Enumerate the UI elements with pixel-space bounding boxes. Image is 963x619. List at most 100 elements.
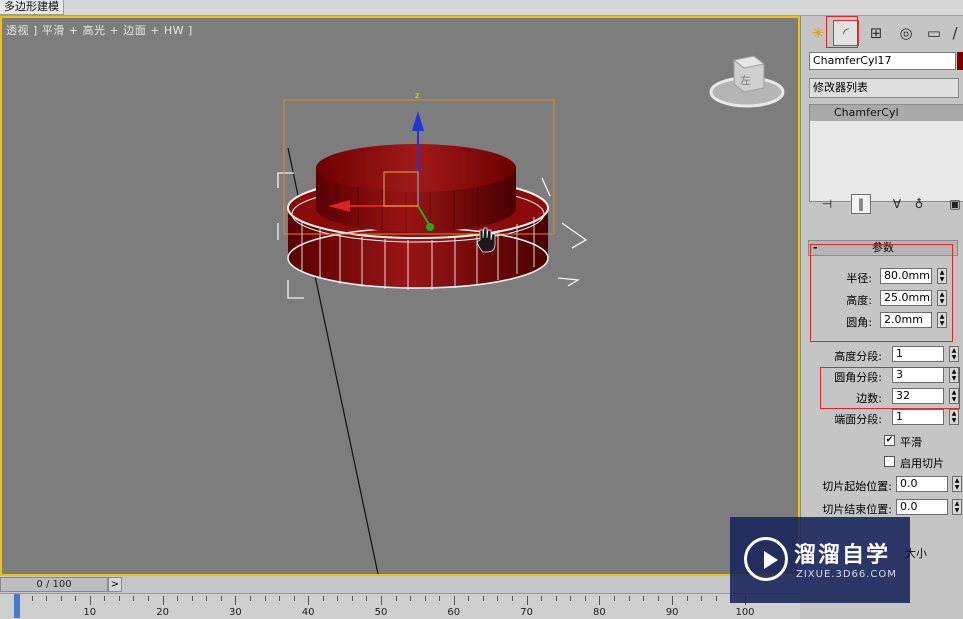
stack-item-chamfercyl[interactable]: ChamferCyl (810, 105, 963, 121)
height-segs-row: 高度分段: (808, 346, 882, 364)
slice-to-spinner[interactable]: ▲ ▼ (952, 499, 962, 515)
height-segs-label: 高度分段: (834, 350, 882, 363)
ruler-label: 40 (301, 607, 315, 618)
watermark-title: 溜溜自学 (794, 543, 891, 568)
ruler-tick (308, 596, 310, 605)
smooth-label: 平滑 (900, 436, 922, 449)
cap-segs-row: 端面分段: (808, 409, 882, 427)
show-end-result-icon[interactable]: ‖ (851, 194, 871, 214)
remove-modifier-icon[interactable]: ♁ (909, 194, 929, 214)
current-frame-marker[interactable] (14, 594, 20, 618)
configure-sets-icon[interactable]: ▣ (945, 194, 963, 214)
ruler-tick (133, 596, 135, 601)
object-name-field[interactable]: ChamferCyl17 (809, 52, 956, 70)
modifier-list-dropdown[interactable]: 修改器列表 (809, 78, 959, 98)
ruler-tick (439, 596, 441, 601)
hierarchy-icon[interactable]: ⊞ (863, 20, 889, 46)
slice-from-label: 切片起始位置: (822, 480, 892, 493)
ruler-tick (381, 596, 382, 605)
ruler-tick (599, 596, 601, 605)
ruler-label: 90 (665, 607, 679, 618)
segments-highlight-box (820, 367, 960, 409)
ruler-tick (337, 596, 339, 601)
ruler-tick (555, 596, 557, 601)
ruler-label: 50 (374, 607, 388, 618)
slice-on-checkbox-row[interactable]: 启用切片 (884, 455, 959, 471)
pin-stack-icon[interactable]: ⊣ (817, 194, 837, 214)
ruler-tick (264, 596, 266, 601)
ruler-tick (628, 596, 630, 601)
modifier-stack[interactable]: ChamferCyl (809, 104, 963, 202)
make-unique-icon[interactable]: ∀ (887, 194, 907, 214)
time-slider[interactable]: 0 / 100 (0, 577, 108, 592)
ruler-tick (60, 596, 62, 601)
ruler-tick (220, 596, 222, 601)
ruler-tick (482, 596, 484, 601)
ruler-tick (512, 596, 514, 601)
perspective-viewport[interactable]: 透视 ] 平滑 + 高光 + 边面 + HW ] z 左 (0, 16, 800, 576)
ruler-tick (424, 596, 426, 601)
ruler-tick (235, 596, 237, 605)
top-strip (0, 0, 963, 16)
modify-tab-highlight (826, 16, 858, 48)
top-cylinder[interactable] (316, 144, 516, 232)
ruler-tick (541, 596, 543, 601)
viewcube-face-label: 左 (740, 74, 751, 87)
window-tab[interactable]: 多边形建模 (0, 0, 64, 15)
cap-segs-spinner[interactable]: ▲ ▼ (949, 409, 959, 425)
viewcube[interactable]: 左 (709, 55, 785, 108)
slice-to-field[interactable]: 0.0 (896, 499, 948, 515)
height-segs-spinner[interactable]: ▲ ▼ (949, 346, 959, 362)
cap-segs-label: 端面分段: (834, 413, 882, 426)
height-segs-field[interactable]: 1 (892, 346, 944, 362)
utilities-icon[interactable]: / (947, 20, 963, 46)
ruler-tick (89, 596, 91, 605)
ruler-label: 80 (593, 607, 606, 618)
smooth-checkbox-row[interactable]: ✔ 平滑 (884, 434, 954, 450)
cap-segs-field[interactable]: 1 (892, 409, 944, 425)
ruler-tick (643, 596, 645, 601)
ruler-tick (715, 596, 717, 601)
ruler-label: 100 (735, 607, 755, 618)
ruler-tick (453, 596, 455, 605)
slice-from-field[interactable]: 0.0 (896, 476, 948, 492)
ruler-tick (191, 596, 193, 601)
ruler-tick (526, 596, 528, 605)
axis-z-label: z (415, 91, 419, 100)
slice-to-label: 切片结束位置: (822, 503, 892, 516)
ruler-label: 70 (520, 607, 533, 618)
ruler-tick (570, 596, 572, 601)
ruler-tick (177, 596, 179, 601)
ruler-tick (672, 596, 674, 605)
next-frame-button[interactable]: > (108, 577, 122, 592)
ruler-tick (206, 596, 208, 601)
ruler-tick (468, 596, 470, 601)
partial-size-label: 大小 (905, 547, 927, 560)
slice-on-label: 启用切片 (900, 457, 944, 470)
ruler-tick (351, 596, 353, 601)
slice-on-checkbox[interactable] (884, 456, 895, 467)
slice-from-spinner[interactable]: ▲ ▼ (952, 476, 962, 492)
ruler-tick (395, 596, 397, 601)
display-icon[interactable]: ▭ (921, 20, 947, 46)
params-highlight-box (810, 244, 953, 342)
ruler-tick (279, 596, 281, 601)
ruler-tick (293, 596, 295, 601)
ruler-tick (497, 596, 499, 601)
ruler-label: 60 (447, 607, 461, 618)
ruler-tick (613, 596, 615, 601)
ruler-tick (657, 596, 659, 601)
motion-icon[interactable]: ◎ (893, 20, 919, 46)
ruler-tick (322, 596, 324, 601)
play-logo-icon (744, 537, 788, 581)
ruler-tick (686, 596, 688, 601)
slice-to-row: 切片结束位置: (812, 499, 892, 517)
stack-toolbar: ⊣ ‖ ∀ ♁ ▣ (809, 192, 963, 216)
scene-canvas[interactable]: z 左 (2, 18, 798, 574)
ruler-tick (75, 596, 77, 601)
object-color-swatch[interactable] (957, 52, 963, 70)
smooth-checkbox[interactable]: ✔ (884, 435, 895, 446)
track-bar-ruler[interactable]: 0102030405060708090100 (0, 593, 800, 619)
ruler-tick (46, 596, 48, 601)
ruler-label: 30 (229, 607, 242, 618)
